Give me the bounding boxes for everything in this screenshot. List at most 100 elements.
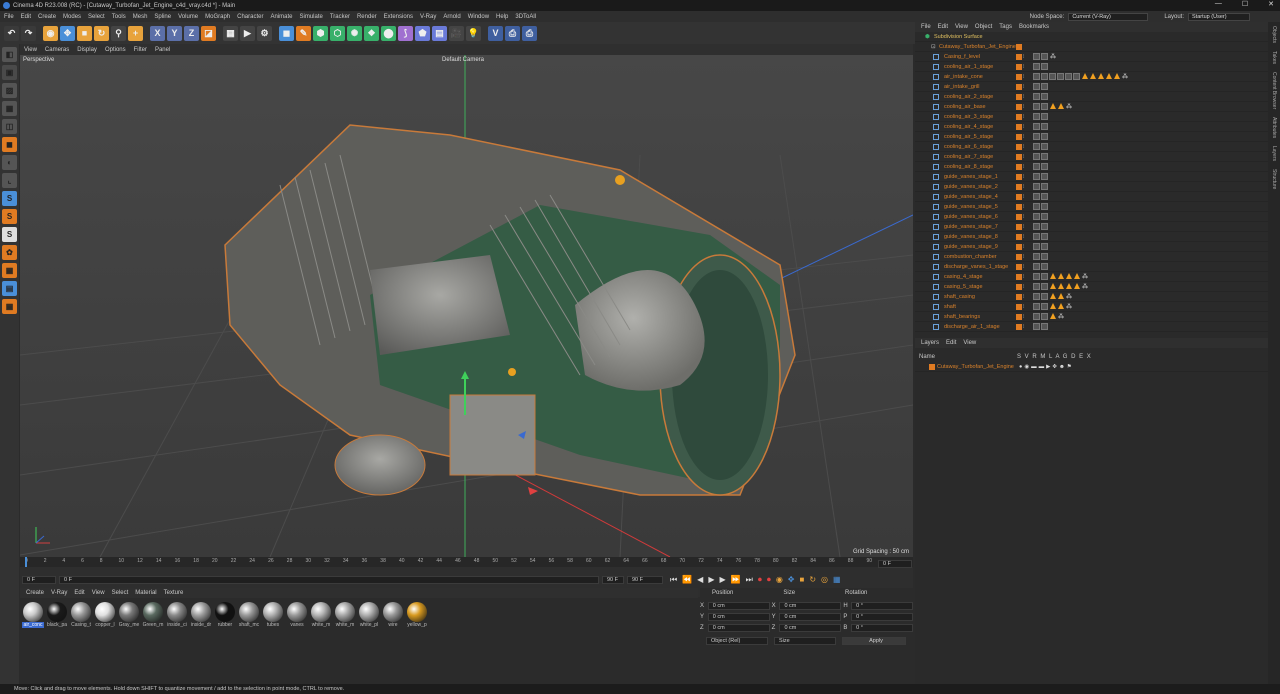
material-tag-icon[interactable] xyxy=(1041,253,1048,260)
timeline-ruler[interactable]: 0246810121416182022242628303234363840424… xyxy=(20,557,913,567)
material-menu-create[interactable]: Create xyxy=(26,590,44,596)
right-tab-takes[interactable]: Takes xyxy=(1271,51,1277,64)
vray-tag-icon[interactable] xyxy=(1050,283,1056,289)
x-axis-icon[interactable]: X xyxy=(150,25,165,41)
material-tag-icon[interactable] xyxy=(1041,103,1048,110)
object-row[interactable]: discharge_air_1_stage ⁞ xyxy=(915,322,1268,332)
vray-tag-icon[interactable] xyxy=(1050,313,1056,319)
vray-tag-icon[interactable] xyxy=(1106,73,1112,79)
visibility-dots-icon[interactable]: ⁞ xyxy=(1023,214,1025,220)
material-tag-icon[interactable] xyxy=(1041,243,1048,250)
current-frame-display[interactable]: 0 F xyxy=(878,560,912,568)
recent-tools-icon[interactable]: ⚲ xyxy=(111,25,126,41)
right-tab-layers[interactable]: Layers xyxy=(1271,146,1277,161)
keyframe-selection-icon[interactable]: ◉ xyxy=(776,575,783,585)
viewport-menu-cameras[interactable]: Cameras xyxy=(45,47,69,53)
visibility-dots-icon[interactable]: ⁞ xyxy=(1023,84,1025,90)
visibility-dots-icon[interactable]: ⁞ xyxy=(1023,174,1025,180)
material-swatch[interactable]: wire xyxy=(382,602,404,632)
visibility-dots-icon[interactable]: ⁞ xyxy=(1023,204,1025,210)
material-tag-icon[interactable] xyxy=(1073,73,1080,80)
material-tag-icon[interactable] xyxy=(1041,53,1048,60)
menu-tools[interactable]: Tools xyxy=(112,14,126,20)
vray-icon[interactable]: V xyxy=(488,25,503,41)
visibility-dots-icon[interactable]: ⁞ xyxy=(1023,54,1025,60)
view-icon[interactable]: ◧ xyxy=(2,47,17,62)
snap-s-icon[interactable]: S xyxy=(2,191,17,206)
material-tag-icon[interactable] xyxy=(1033,233,1040,240)
move-key-icon[interactable]: ✥ xyxy=(788,575,795,585)
object-menu-bookmarks[interactable]: Bookmarks xyxy=(1019,24,1049,30)
material-tag-icon[interactable] xyxy=(1041,183,1048,190)
material-swatch[interactable]: Casing_t xyxy=(70,602,92,632)
vray-tag-icon[interactable] xyxy=(1058,293,1064,299)
material-tag-icon[interactable] xyxy=(1033,273,1040,280)
material-tag-icon[interactable] xyxy=(1033,183,1040,190)
material-tag-icon[interactable] xyxy=(1033,153,1040,160)
menu-mesh[interactable]: Mesh xyxy=(133,14,148,20)
menu-arnold[interactable]: Arnold xyxy=(443,14,460,20)
object-row[interactable]: guide_vanes_stage_2 ⁞ xyxy=(915,182,1268,192)
checker-tag-icon[interactable]: ⁂ xyxy=(1066,303,1072,310)
scale-key-icon[interactable]: ■ xyxy=(800,575,805,585)
material-tag-icon[interactable] xyxy=(1041,63,1048,70)
material-tag-icon[interactable] xyxy=(1057,73,1064,80)
material-swatch[interactable]: white_m xyxy=(310,602,332,632)
min-frame-field[interactable]: 0 F xyxy=(59,576,599,584)
material-tag-icon[interactable] xyxy=(1033,293,1040,300)
material-swatch[interactable]: black_pa xyxy=(46,602,68,632)
vray-tag-icon[interactable] xyxy=(1074,283,1080,289)
material-menu-texture[interactable]: Texture xyxy=(164,590,184,596)
menu-volume[interactable]: Volume xyxy=(178,14,198,20)
material-tag-icon[interactable] xyxy=(1041,163,1048,170)
vray-tag-icon[interactable] xyxy=(1058,103,1064,109)
object-row[interactable]: cooling_air_8_stage ⁞ xyxy=(915,162,1268,172)
menu-mograph[interactable]: MoGraph xyxy=(205,14,230,20)
material-swatch[interactable]: white_pl xyxy=(358,602,380,632)
visibility-dots-icon[interactable]: ⁞ xyxy=(1023,284,1025,290)
prev-key-icon[interactable]: ⏪ xyxy=(682,575,692,585)
material-tag-icon[interactable] xyxy=(1033,203,1040,210)
visibility-dots-icon[interactable]: ⁞ xyxy=(1023,64,1025,70)
material-tag-icon[interactable] xyxy=(1041,83,1048,90)
vray-tag-icon[interactable] xyxy=(1090,73,1096,79)
material-swatch[interactable]: white_m xyxy=(334,602,356,632)
array-icon[interactable]: ⬡ xyxy=(330,25,345,41)
menu-edit[interactable]: Edit xyxy=(21,14,31,20)
grid-icon[interactable]: ▦ xyxy=(2,263,17,278)
visibility-dots-icon[interactable]: ⁞ xyxy=(1023,114,1025,120)
material-swatch[interactable]: Green_m xyxy=(142,602,164,632)
material-tag-icon[interactable] xyxy=(1033,143,1040,150)
layout-select[interactable]: Startup (User) xyxy=(1188,12,1250,21)
material-swatch[interactable]: inside_dr xyxy=(190,602,212,632)
object-row[interactable]: discharge_vanes_1_stage ⁞ xyxy=(915,262,1268,272)
redo-icon[interactable]: ↷ xyxy=(21,25,36,41)
visibility-dots-icon[interactable]: ⁞ xyxy=(1023,234,1025,240)
visibility-dots-icon[interactable]: ⁞ xyxy=(1023,274,1025,280)
material-tag-icon[interactable] xyxy=(1041,283,1048,290)
menu-modes[interactable]: Modes xyxy=(63,14,81,20)
menu-tracker[interactable]: Tracker xyxy=(330,14,350,20)
object-row[interactable]: Casing_f_level ⁞ ⁂ xyxy=(915,52,1268,62)
rotation-field[interactable]: 0 ° xyxy=(851,623,914,632)
prev-frame-icon[interactable]: ◀ xyxy=(697,575,703,585)
object-row[interactable]: air_intake_cone ⁞ ⁂ xyxy=(915,72,1268,82)
visibility-dots-icon[interactable]: ⁞ xyxy=(1023,184,1025,190)
object-menu-object[interactable]: Object xyxy=(975,24,992,30)
go-start-icon[interactable]: ⏮ xyxy=(670,575,677,585)
checker-tag-icon[interactable]: ⁂ xyxy=(1122,73,1128,80)
size-field[interactable]: 0 cm xyxy=(779,623,842,632)
visibility-dots-icon[interactable]: ⁞ xyxy=(1023,74,1025,80)
size-mode-select[interactable]: Size xyxy=(774,637,836,645)
material-tag-icon[interactable] xyxy=(1033,73,1040,80)
autokey-icon[interactable]: ⏺ xyxy=(767,575,771,585)
viewport-menu-view[interactable]: View xyxy=(24,47,37,53)
object-row[interactable]: casing_5_stage ⁞ ⁂ xyxy=(915,282,1268,292)
material-tag-icon[interactable] xyxy=(1033,113,1040,120)
end-frame-field[interactable]: 90 F xyxy=(602,576,624,584)
material-tag-icon[interactable] xyxy=(1033,193,1040,200)
minimize-button[interactable]: — xyxy=(1215,0,1222,8)
object-menu-tags[interactable]: Tags xyxy=(999,24,1012,30)
material-tag-icon[interactable] xyxy=(1033,83,1040,90)
material-tag-icon[interactable] xyxy=(1033,103,1040,110)
